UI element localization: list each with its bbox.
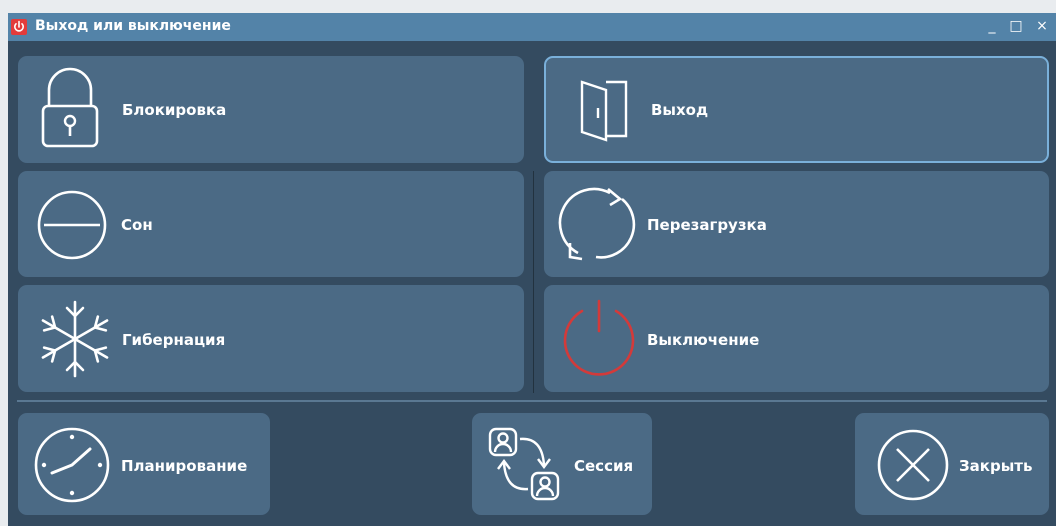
lock-button[interactable]: Блокировка <box>18 56 524 163</box>
clock-icon <box>34 427 110 503</box>
minimize-button[interactable]: _ <box>982 16 1002 36</box>
reboot-button[interactable]: Перезагрузка <box>544 171 1049 277</box>
section-divider <box>17 400 1047 402</box>
logout-button[interactable]: Выход <box>544 56 1049 163</box>
power-icon <box>563 299 635 376</box>
schedule-button[interactable]: Планирование <box>18 413 270 515</box>
column-divider <box>533 171 534 393</box>
logout-dialog: Выход или выключение _ □ × Блокировка Вы… <box>8 13 1056 526</box>
titlebar[interactable]: Выход или выключение _ □ × <box>8 13 1056 41</box>
reboot-arrows-icon <box>558 187 636 261</box>
window-title: Выход или выключение <box>35 18 231 34</box>
close-window-button[interactable]: × <box>1032 16 1052 36</box>
sleep-button[interactable]: Сон <box>18 171 524 277</box>
maximize-button[interactable]: □ <box>1006 16 1026 36</box>
schedule-label: Планирование <box>121 457 248 475</box>
switch-user-icon <box>488 427 560 501</box>
power-icon <box>11 19 27 35</box>
reboot-label: Перезагрузка <box>647 216 767 234</box>
session-button[interactable]: Сессия <box>472 413 652 515</box>
logout-label: Выход <box>651 101 709 119</box>
close-label: Закрыть <box>959 457 1033 475</box>
shutdown-label: Выключение <box>647 331 760 349</box>
sleep-circle-icon <box>37 190 107 260</box>
hibernate-label: Гибернация <box>122 331 226 349</box>
door-exit-icon <box>580 80 628 142</box>
lock-label: Блокировка <box>122 101 227 119</box>
session-label: Сессия <box>574 457 634 475</box>
hibernate-button[interactable]: Гибернация <box>18 285 524 392</box>
shutdown-button[interactable]: Выключение <box>544 285 1049 392</box>
close-circle-icon <box>877 429 949 501</box>
sleep-label: Сон <box>121 216 153 234</box>
close-button[interactable]: Закрыть <box>855 413 1049 515</box>
lock-icon <box>41 67 99 148</box>
snowflake-icon <box>41 300 109 378</box>
